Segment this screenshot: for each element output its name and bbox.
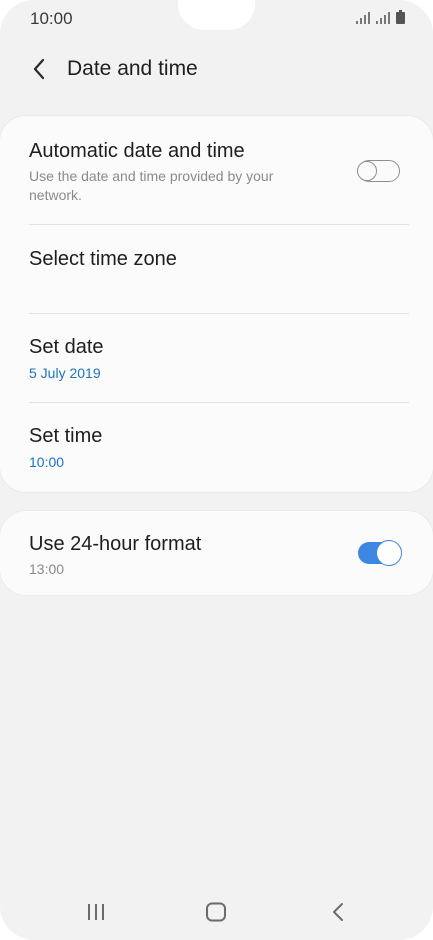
set-time-row[interactable]: Set time 10:00	[0, 403, 433, 492]
app-bar: Date and time	[0, 44, 433, 94]
set-time-title: Set time	[29, 425, 103, 447]
date-time-settings-card: Automatic date and time Use the date and…	[0, 116, 433, 492]
recent-apps-button[interactable]	[76, 894, 116, 930]
automatic-date-time-title: Automatic date and time	[29, 140, 245, 162]
battery-icon	[396, 10, 405, 24]
use-24-hour-format-row[interactable]: Use 24-hour format 13:00	[0, 511, 433, 595]
use-24-hour-format-subtitle: 13:00	[29, 561, 65, 577]
navigation-bar	[0, 890, 433, 934]
phone-screen: 10:00 Date and time Automatic date and t…	[0, 0, 433, 940]
status-time: 10:00	[30, 9, 73, 28]
chevron-left-icon	[33, 58, 45, 80]
recent-apps-icon	[88, 904, 104, 920]
status-icons	[356, 10, 405, 24]
toggle-knob	[376, 540, 402, 566]
page-title: Date and time	[67, 57, 198, 80]
signal-icon	[376, 12, 390, 24]
automatic-date-time-subtitle: Use the date and time provided by your n…	[29, 168, 274, 203]
set-date-value: 5 July 2019	[29, 365, 101, 381]
format-settings-card: Use 24-hour format 13:00	[0, 511, 433, 595]
set-date-row[interactable]: Set date 5 July 2019	[0, 314, 433, 403]
automatic-date-time-toggle[interactable]	[357, 160, 400, 182]
camera-notch	[178, 0, 255, 30]
select-time-zone-row[interactable]: Select time zone	[0, 225, 433, 314]
use-24-hour-format-toggle[interactable]	[358, 540, 402, 566]
toggle-knob	[357, 161, 377, 181]
signal-icon	[356, 12, 370, 24]
select-time-zone-title: Select time zone	[29, 248, 177, 270]
use-24-hour-format-title: Use 24-hour format	[29, 533, 202, 555]
nav-back-button[interactable]	[318, 894, 358, 930]
back-button[interactable]	[24, 54, 54, 84]
set-date-title: Set date	[29, 336, 104, 358]
set-time-value: 10:00	[29, 454, 65, 470]
home-icon	[206, 902, 226, 922]
home-button[interactable]	[196, 894, 236, 930]
automatic-date-time-row[interactable]: Automatic date and time Use the date and…	[0, 116, 433, 205]
back-icon	[333, 903, 343, 921]
